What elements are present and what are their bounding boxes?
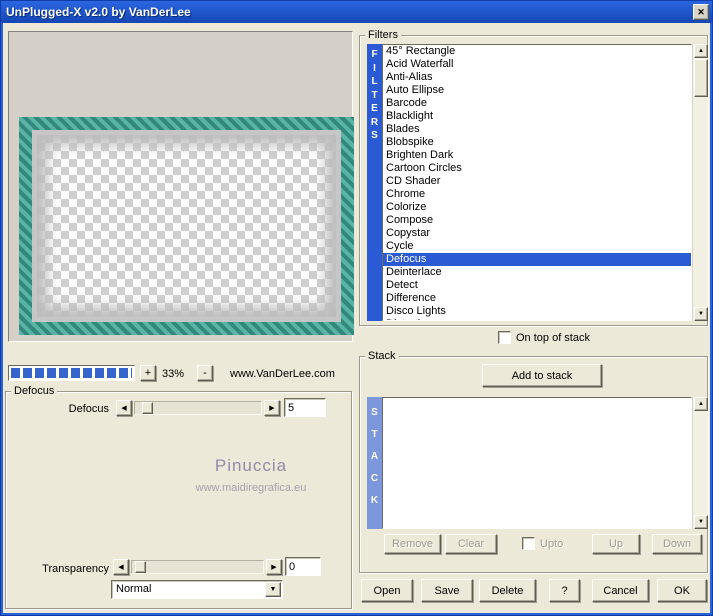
filter-list-item[interactable]: Brighten Dark [383,149,691,162]
filters-scrollbar-thumb[interactable] [694,59,708,97]
filter-list-item[interactable]: Chrome [383,188,691,201]
filters-vertical-label: FILTERS [367,44,382,321]
close-icon: ✕ [697,6,705,17]
stack-scrollbar[interactable]: ▲ ▼ [692,397,708,529]
right-arrow-icon: ▶ [269,404,275,412]
filter-list-item[interactable]: Blobspike [383,136,691,149]
watermark-name: Pinuccia [214,456,288,475]
filter-list-item[interactable]: Detect [383,279,691,292]
blend-mode-value: Normal [116,583,152,595]
scroll-down-button[interactable]: ▼ [694,307,708,321]
add-to-stack-button[interactable]: Add to stack [482,364,602,387]
on-top-of-stack-checkbox[interactable] [498,331,511,344]
transparency-decrease-button[interactable]: ◀ [113,559,129,575]
remove-button[interactable]: Remove [384,534,441,554]
stack-vertical-label: STACK [367,397,382,529]
filter-list-item[interactable]: Barcode [383,97,691,110]
transparency-value-input[interactable] [285,557,321,576]
upto-checkbox[interactable] [522,537,535,550]
filter-list-item[interactable]: Cycle [383,240,691,253]
delete-button[interactable]: Delete [479,579,536,602]
stack-group-label: Stack [365,350,399,362]
down-arrow-icon: ▼ [698,311,704,317]
close-button[interactable]: ✕ [693,4,709,20]
up-arrow-icon: ▲ [698,401,704,407]
scroll-up-button[interactable]: ▲ [694,44,708,58]
transparency-increase-button[interactable]: ▶ [266,559,282,575]
filter-list-item[interactable]: Blades [383,123,691,136]
right-arrow-icon: ▶ [271,563,277,571]
zoom-in-button[interactable]: + [140,365,156,381]
filter-list-item[interactable]: Disco Lights [383,305,691,318]
clear-button[interactable]: Clear [445,534,497,554]
filter-list-item[interactable]: Distortion [383,318,691,320]
upto-label: Upto [540,538,564,550]
ok-button[interactable]: OK [657,579,707,602]
blend-mode-select[interactable]: Normal ▼ [111,580,283,599]
left-arrow-icon: ◀ [118,563,124,571]
cancel-button[interactable]: Cancel [592,579,649,602]
dropdown-button[interactable]: ▼ [265,582,281,597]
defocus-param-label: Defocus [68,403,109,415]
preview-image [19,117,354,335]
filter-list-item[interactable]: Colorize [383,201,691,214]
chevron-down-icon: ▼ [269,586,277,593]
transparency-checkerboard [32,130,341,322]
render-progress-bar [8,365,135,381]
defocus-slider-thumb[interactable] [142,402,153,414]
scroll-down-button[interactable]: ▼ [694,515,708,529]
filter-list-item[interactable]: CD Shader [383,175,691,188]
filter-list-item[interactable]: Compose [383,214,691,227]
filter-list-item[interactable]: Difference [383,292,691,305]
up-button[interactable]: Up [592,534,640,554]
progress-fill [11,368,132,378]
filter-list-item[interactable]: Acid Waterfall [383,58,691,71]
filter-list-item[interactable]: Cartoon Circles [383,162,691,175]
zoom-level: 33% [162,368,185,380]
down-button[interactable]: Down [652,534,702,554]
preview-panel [8,31,354,342]
transparency-param-label: Transparency [42,563,109,575]
window-title: UnPlugged-X v2.0 by VanDerLee [6,5,191,19]
vendor-website-link[interactable]: www.VanDerLee.com [230,368,335,380]
stack-list[interactable] [382,397,692,529]
filter-list-item[interactable]: 45° Rectangle [383,45,691,58]
down-arrow-icon: ▼ [698,519,704,525]
filter-list-item[interactable]: Auto Ellipse [383,84,691,97]
help-button[interactable]: ? [549,579,580,602]
left-arrow-icon: ◀ [121,404,127,412]
transparency-slider[interactable] [131,560,264,574]
filter-list-item[interactable]: Blacklight [383,110,691,123]
titlebar: UnPlugged-X v2.0 by VanDerLee ✕ [1,1,712,23]
params-group-label: Defocus [11,385,58,397]
open-button[interactable]: Open [361,579,413,602]
unplugged-x-dialog: UnPlugged-X v2.0 by VanDerLee ✕ + 33% - … [0,0,713,616]
filters-list[interactable]: 45° Rectangle Acid Waterfall Anti-Alias Aut… [382,44,692,321]
filter-list-item[interactable]: Anti-Alias [383,71,691,84]
scroll-up-button[interactable]: ▲ [694,397,708,411]
defocus-value-input[interactable] [284,398,326,417]
filter-list-item[interactable]: Defocus [383,253,691,266]
filters-group-label: Filters [365,29,401,41]
filter-list-item[interactable]: Copystar [383,227,691,240]
transparency-slider-thumb[interactable] [135,561,146,573]
up-arrow-icon: ▲ [698,48,704,54]
defocus-increase-button[interactable]: ▶ [264,400,280,416]
defocus-decrease-button[interactable]: ◀ [116,400,132,416]
save-button[interactable]: Save [421,579,473,602]
filters-scrollbar[interactable]: ▲ ▼ [692,44,708,321]
defocus-slider[interactable] [134,401,262,415]
on-top-of-stack-label: On top of stack [516,332,590,344]
zoom-out-button[interactable]: - [197,365,213,381]
filter-list-item[interactable]: Deinterlace [383,266,691,279]
watermark-url: www.maidiregrafica.eu [195,482,307,494]
